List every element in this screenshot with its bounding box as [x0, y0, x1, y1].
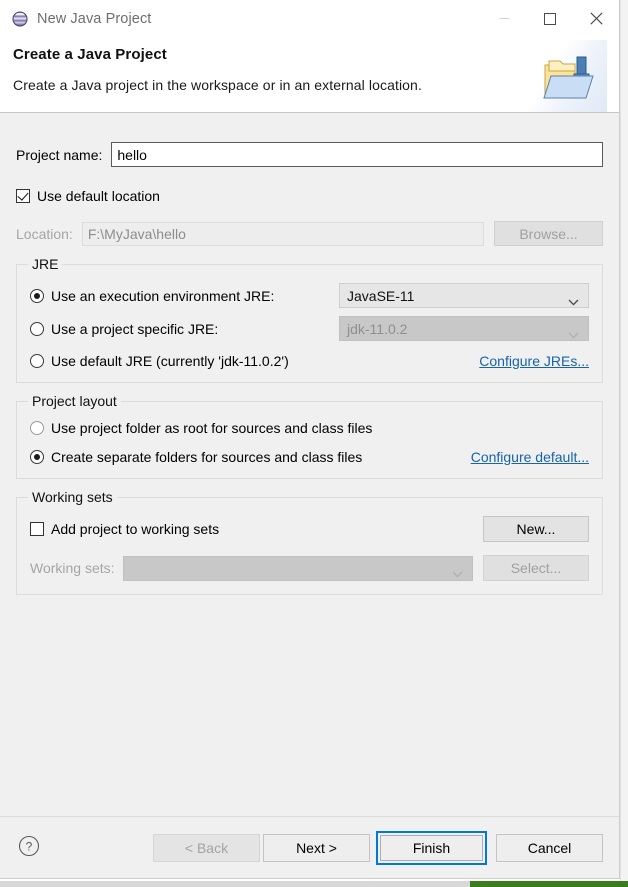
layout-separate-folders-radio[interactable] — [30, 450, 44, 464]
jre-execution-environment-label: Use an execution environment JRE: — [51, 287, 275, 304]
layout-separate-folders-label: Create separate folders for sources and … — [51, 449, 363, 465]
jre-project-specific-label: Use a project specific JRE: — [51, 320, 219, 337]
layout-root-folder-row[interactable]: Use project folder as root for sources a… — [30, 420, 589, 436]
location-input[interactable]: F:\MyJava\hello — [81, 221, 484, 246]
jre-group-title: JRE — [28, 256, 63, 272]
layout-separate-folders-row[interactable]: Create separate folders for sources and … — [30, 449, 589, 465]
close-icon[interactable] — [573, 0, 619, 37]
browse-button[interactable]: Browse... — [494, 221, 603, 246]
working-sets-combo — [122, 555, 473, 581]
jre-project-specific-radio[interactable] — [30, 321, 44, 336]
jre-default-row[interactable]: Use default JRE (currently 'jdk-11.0.2')… — [30, 353, 589, 369]
chevron-down-icon — [568, 293, 579, 309]
svg-text:?: ? — [26, 840, 33, 854]
java-project-folder-icon — [541, 51, 601, 106]
jre-default-radio[interactable] — [30, 354, 44, 368]
dialog-body: Project name: hello Use default location… — [0, 113, 619, 816]
jre-execution-environment-radio[interactable] — [30, 288, 44, 303]
dialog-footer: ? < Back Next > Finish Cancel — [0, 816, 619, 878]
use-default-location-label: Use default location — [37, 188, 160, 204]
project-name-label: Project name: — [16, 146, 103, 163]
jre-project-specific-row[interactable]: Use a project specific JRE: jdk-11.0.2 — [30, 316, 589, 341]
new-working-set-button[interactable]: New... — [483, 516, 589, 542]
help-icon[interactable]: ? — [18, 835, 40, 860]
next-button[interactable]: Next > — [263, 833, 370, 862]
working-sets-group: Working sets Add project to working sets… — [16, 489, 603, 595]
configure-default-link[interactable]: Configure default... — [471, 449, 589, 465]
location-label: Location: — [16, 225, 73, 242]
background-taskbar-strip — [0, 881, 628, 887]
finish-button-focus-ring: Finish — [376, 830, 487, 865]
minimize-icon[interactable] — [481, 0, 527, 37]
back-button: < Back — [153, 833, 260, 862]
title-bar[interactable]: New Java Project — [0, 0, 619, 37]
layout-root-folder-label: Use project folder as root for sources a… — [51, 420, 373, 436]
use-default-location-row[interactable]: Use default location — [16, 188, 603, 204]
add-to-working-sets-label: Add project to working sets — [51, 521, 220, 537]
jre-group: JRE Use an execution environment JRE: Ja… — [16, 256, 603, 383]
window-title: New Java Project — [37, 10, 152, 27]
chevron-down-icon — [452, 565, 463, 581]
project-name-input[interactable]: hello — [111, 142, 603, 167]
jre-default-label: Use default JRE (currently 'jdk-11.0.2') — [51, 353, 289, 369]
execution-environment-combo[interactable]: JavaSE-11 — [339, 283, 589, 308]
location-row: Location: F:\MyJava\hello Browse... — [16, 221, 603, 246]
new-java-project-dialog: New Java Project Create a Java Project C… — [0, 0, 620, 879]
project-layout-group-title: Project layout — [28, 393, 121, 409]
configure-jres-link[interactable]: Configure JREs... — [479, 353, 589, 369]
working-sets-group-title: Working sets — [28, 489, 117, 505]
maximize-icon[interactable] — [527, 0, 573, 37]
add-to-working-sets-row[interactable]: Add project to working sets New... — [30, 516, 589, 542]
add-to-working-sets-checkbox[interactable] — [30, 522, 44, 536]
background-window-right-edge — [620, 0, 628, 887]
select-working-set-button: Select... — [483, 555, 589, 581]
working-sets-label: Working sets: — [30, 560, 115, 576]
working-sets-row: Working sets: Select... — [30, 555, 589, 581]
cancel-button[interactable]: Cancel — [496, 833, 603, 862]
window-controls — [481, 0, 619, 37]
use-default-location-checkbox[interactable] — [16, 189, 30, 203]
eclipse-sphere-icon — [12, 10, 28, 27]
dialog-header: Create a Java Project Create a Java proj… — [0, 37, 619, 113]
chevron-down-icon — [568, 326, 579, 342]
project-name-row: Project name: hello — [16, 142, 603, 167]
project-layout-group: Project layout Use project folder as roo… — [16, 393, 603, 479]
finish-button[interactable]: Finish — [380, 834, 483, 861]
project-specific-jre-combo: jdk-11.0.2 — [339, 316, 589, 341]
jre-execution-environment-row[interactable]: Use an execution environment JRE: JavaSE… — [30, 283, 589, 308]
layout-root-folder-radio[interactable] — [30, 421, 44, 435]
